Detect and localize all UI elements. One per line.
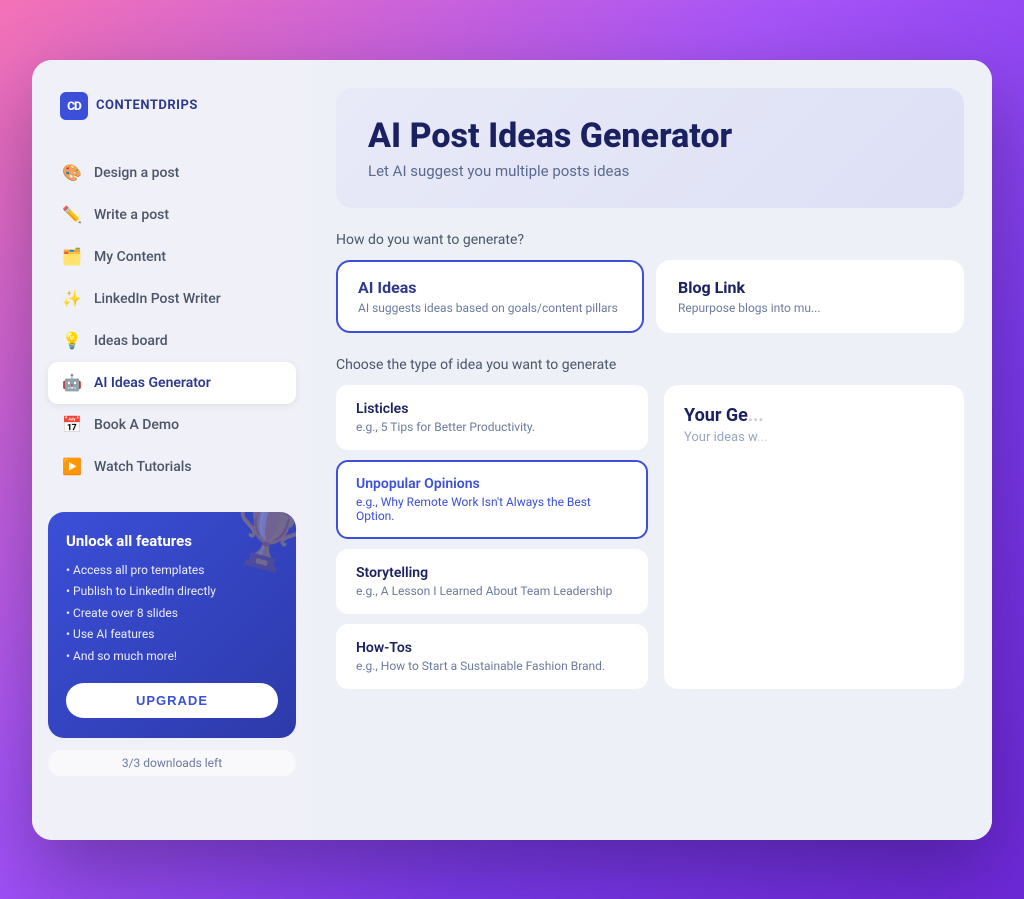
upgrade-card: 🏆 Unlock all features Access all pro tem… [48,512,296,739]
upgrade-features-list: Access all pro templatesPublish to Linke… [66,560,278,668]
type-card-blog-link[interactable]: Blog Link Repurpose blogs into mu... [656,260,964,333]
linkedin-writer-icon: ✨ [62,289,82,309]
idea-type-example: e.g., 5 Tips for Better Productivity. [356,420,628,434]
sidebar-item-watch-tutorials[interactable]: ▶️ Watch Tutorials [48,446,296,488]
sidebar-item-linkedin-writer[interactable]: ✨ LinkedIn Post Writer [48,278,296,320]
my-content-icon: 🗂️ [62,247,82,267]
ai-ideas-generator-icon: 🤖 [62,373,82,393]
generation-types-row: AI Ideas AI suggests ideas based on goal… [336,260,964,333]
sidebar-item-label: My Content [94,249,166,265]
generated-panel: Your Ge... Your ideas w... [664,385,964,689]
logo-text: CONTENTDRIPS [96,98,198,113]
sidebar-item-label: Ideas board [94,333,168,349]
upgrade-button[interactable]: UPGRADE [66,683,278,718]
downloads-badge: 3/3 downloads left [48,750,296,776]
sidebar-item-my-content[interactable]: 🗂️ My Content [48,236,296,278]
sidebar-item-ideas-board[interactable]: 💡 Ideas board [48,320,296,362]
nav-container: 🎨 Design a post ✏️ Write a post 🗂️ My Co… [48,152,296,488]
idea-types-label: Choose the type of idea you want to gene… [336,357,964,373]
idea-type-title: How-Tos [356,640,628,656]
idea-type-title: Unpopular Opinions [356,476,628,492]
idea-types-list: Listicles e.g., 5 Tips for Better Produc… [336,385,648,689]
sidebar-item-ai-ideas-generator[interactable]: 🤖 AI Ideas Generator [48,362,296,404]
type-card-title: AI Ideas [358,278,622,297]
idea-type-title: Storytelling [356,565,628,581]
idea-type-example: e.g., A Lesson I Learned About Team Lead… [356,584,628,598]
logo-area: CD CONTENTDRIPS [48,92,296,120]
sidebar-item-label: Watch Tutorials [94,459,192,475]
generate-section-label: How do you want to generate? [336,232,964,248]
sidebar-item-label: LinkedIn Post Writer [94,291,221,307]
idea-types-section: Listicles e.g., 5 Tips for Better Produc… [336,385,964,689]
idea-type-card-storytelling[interactable]: Storytelling e.g., A Lesson I Learned Ab… [336,549,648,614]
book-demo-icon: 📅 [62,415,82,435]
upgrade-feature-item: Access all pro templates [66,560,278,582]
header-card: AI Post Ideas Generator Let AI suggest y… [336,88,964,209]
generate-section: How do you want to generate? AI Ideas AI… [336,232,964,333]
upgrade-feature-item: And so much more! [66,646,278,668]
sidebar-item-label: Design a post [94,165,179,181]
sidebar-item-label: AI Ideas Generator [94,375,211,391]
sidebar-item-book-demo[interactable]: 📅 Book A Demo [48,404,296,446]
idea-type-example: e.g., How to Start a Sustainable Fashion… [356,659,628,673]
upgrade-feature-item: Create over 8 slides [66,603,278,625]
main-content: AI Post Ideas Generator Let AI suggest y… [312,60,992,840]
idea-type-card-unpopular-opinions[interactable]: Unpopular Opinions e.g., Why Remote Work… [336,460,648,539]
upgrade-feature-item: Publish to LinkedIn directly [66,581,278,603]
generated-subtitle: Your ideas w... [684,430,944,445]
app-container: CD CONTENTDRIPS 🎨 Design a post ✏️ Write… [32,60,992,840]
sidebar-item-design-post[interactable]: 🎨 Design a post [48,152,296,194]
type-card-ai-ideas[interactable]: AI Ideas AI suggests ideas based on goal… [336,260,644,333]
type-card-desc: AI suggests ideas based on goals/content… [358,301,622,315]
page-subtitle: Let AI suggest you multiple posts ideas [368,162,932,180]
idea-type-example: e.g., Why Remote Work Isn't Always the B… [356,495,628,523]
generated-title: Your Ge... [684,405,944,426]
idea-type-card-listicles[interactable]: Listicles e.g., 5 Tips for Better Produc… [336,385,648,450]
page-title: AI Post Ideas Generator [368,116,932,157]
sidebar: CD CONTENTDRIPS 🎨 Design a post ✏️ Write… [32,60,312,840]
design-post-icon: 🎨 [62,163,82,183]
sidebar-item-label: Write a post [94,207,169,223]
idea-type-title: Listicles [356,401,628,417]
sidebar-item-write-post[interactable]: ✏️ Write a post [48,194,296,236]
type-card-desc: Repurpose blogs into mu... [678,301,942,315]
watch-tutorials-icon: ▶️ [62,457,82,477]
idea-type-card-how-tos[interactable]: How-Tos e.g., How to Start a Sustainable… [336,624,648,689]
ideas-board-icon: 💡 [62,331,82,351]
sidebar-item-label: Book A Demo [94,417,179,433]
bottom-section: Choose the type of idea you want to gene… [336,357,964,689]
type-card-title: Blog Link [678,278,942,297]
upgrade-feature-item: Use AI features [66,624,278,646]
write-post-icon: ✏️ [62,205,82,225]
logo-icon: CD [60,92,88,120]
